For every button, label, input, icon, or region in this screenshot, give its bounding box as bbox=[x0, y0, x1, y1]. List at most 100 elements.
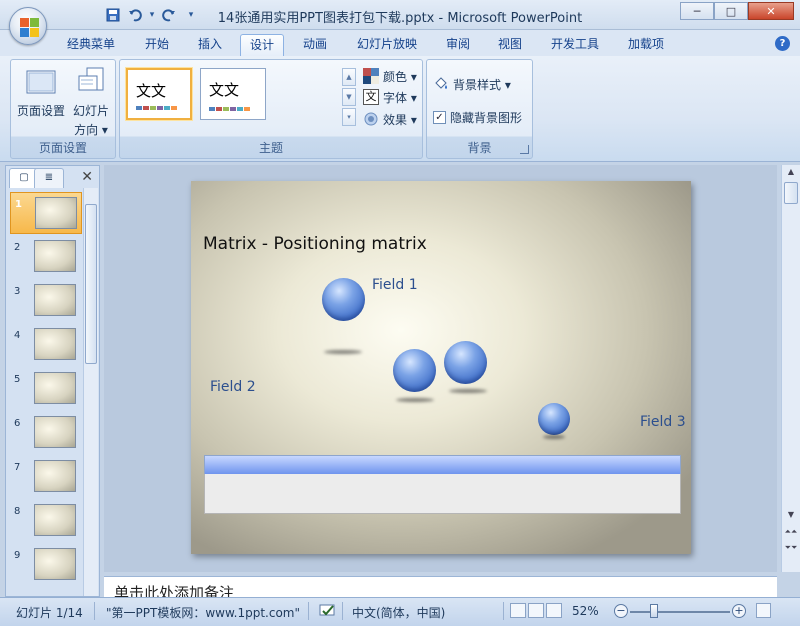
effects-icon bbox=[363, 111, 379, 127]
page-setup-button[interactable]: 页面设置 bbox=[15, 66, 67, 119]
minimize-button[interactable]: ─ bbox=[680, 2, 714, 20]
tab-classic-menu[interactable]: 经典菜单 bbox=[58, 34, 124, 56]
slide-editing-area: Matrix - Positioning matrix Field 1 Fiel… bbox=[104, 165, 777, 572]
slide-preview bbox=[34, 460, 76, 492]
slide-number: 7 bbox=[14, 462, 21, 473]
slide-thumbnail[interactable]: 4 bbox=[10, 324, 82, 366]
tab-design[interactable]: 设计 bbox=[240, 34, 285, 56]
gradient-bar[interactable] bbox=[204, 455, 681, 475]
bubble-4[interactable] bbox=[538, 403, 570, 435]
slide-thumbnail[interactable]: 2 bbox=[10, 236, 82, 278]
status-bar: 幻灯片 1/14 "第一PPT模板网：www.1ppt.com" 中文(简体，中… bbox=[0, 597, 800, 626]
dialog-launcher-icon[interactable] bbox=[520, 145, 529, 154]
group-background: 背景样式 ▾ ✓ 隐藏背景图形 背景 bbox=[426, 59, 533, 159]
slide-number: 6 bbox=[14, 418, 21, 429]
slide-orientation-button[interactable]: 幻灯片 方向 ▾ bbox=[67, 66, 115, 138]
fonts-label: 字体 ▾ bbox=[383, 90, 417, 105]
slide-number: 4 bbox=[14, 330, 21, 341]
slide-thumbnail[interactable]: 5 bbox=[10, 368, 82, 410]
notes-pane[interactable]: 单击此处添加备注 bbox=[104, 576, 777, 598]
language-indicator[interactable]: 中文(简体，中国) bbox=[352, 604, 445, 621]
tab-outline[interactable]: ≣ bbox=[34, 168, 64, 188]
maximize-button[interactable]: □ bbox=[714, 2, 748, 20]
group-page-setup: 页面设置 幻灯片 方向 ▾ 页面设置 bbox=[10, 59, 116, 159]
tab-view[interactable]: 视图 bbox=[489, 34, 531, 56]
slide-orientation-icon bbox=[75, 66, 107, 98]
gallery-down-icon[interactable]: ▼ bbox=[342, 88, 356, 106]
scroll-up-icon[interactable]: ▲ bbox=[782, 167, 800, 176]
tab-insert[interactable]: 插入 bbox=[189, 34, 231, 56]
theme-name[interactable]: "第一PPT模板网：www.1ppt.com" bbox=[106, 604, 300, 621]
spell-check-icon[interactable] bbox=[318, 602, 338, 621]
slide-thumbnail[interactable]: 8 bbox=[10, 500, 82, 542]
slide-thumbnail[interactable]: 3 bbox=[10, 280, 82, 322]
theme-alt-thumbnail[interactable]: 文文 bbox=[200, 68, 266, 120]
fonts-icon: 文 bbox=[363, 89, 379, 105]
previous-slide-icon[interactable]: ⏶⏶ bbox=[782, 527, 800, 537]
tab-slideshow[interactable]: 幻灯片放映 bbox=[348, 34, 426, 56]
tab-review[interactable]: 审阅 bbox=[437, 34, 479, 56]
zoom-level[interactable]: 52% bbox=[572, 604, 599, 618]
colors-icon bbox=[363, 68, 379, 84]
scrollbar-thumb[interactable] bbox=[85, 204, 97, 364]
tab-home[interactable]: 开始 bbox=[136, 34, 178, 56]
current-slide[interactable]: Matrix - Positioning matrix Field 1 Fiel… bbox=[191, 181, 691, 554]
gray-box[interactable] bbox=[204, 474, 681, 514]
field1-label[interactable]: Field 1 bbox=[372, 277, 418, 293]
close-panel-icon[interactable]: ✕ bbox=[81, 169, 93, 185]
slide-number: 5 bbox=[14, 374, 21, 385]
gallery-up-icon[interactable]: ▲ bbox=[342, 68, 356, 86]
zoom-slider-track[interactable] bbox=[630, 611, 730, 613]
bubble-2[interactable] bbox=[393, 349, 436, 392]
close-button[interactable]: ✕ bbox=[748, 2, 794, 20]
fit-to-window-icon[interactable] bbox=[756, 603, 771, 618]
zoom-slider-knob[interactable] bbox=[650, 604, 658, 618]
slide-vertical-scrollbar[interactable]: ▲ ▼ ⏶⏶ ⏷⏷ bbox=[781, 165, 800, 572]
slide-sorter-view-icon[interactable] bbox=[528, 603, 544, 618]
slide-counter: 幻灯片 1/14 bbox=[16, 606, 83, 620]
bubble-2-shadow bbox=[396, 398, 434, 402]
theme-fonts-button[interactable]: 文 字体 ▾ bbox=[363, 87, 417, 107]
bubble-1[interactable] bbox=[322, 278, 365, 321]
scrollbar-thumb[interactable] bbox=[784, 182, 798, 204]
slide-thumbnail[interactable]: 7 bbox=[10, 456, 82, 498]
slide-preview bbox=[34, 328, 76, 360]
effects-label: 效果 ▾ bbox=[383, 112, 417, 127]
office-logo-icon bbox=[20, 18, 29, 27]
zoom-in-icon[interactable]: + bbox=[732, 604, 746, 618]
zoom-out-icon[interactable]: − bbox=[614, 604, 628, 618]
theme-gallery-scroll: ▲ ▼ ▾ bbox=[342, 68, 356, 126]
theme-office-thumbnail[interactable]: 文文 bbox=[126, 68, 192, 120]
slide-title[interactable]: Matrix - Positioning matrix bbox=[203, 234, 427, 254]
slide-thumbnail[interactable]: 9 bbox=[10, 544, 82, 586]
ribbon: 页面设置 幻灯片 方向 ▾ 页面设置 文文 文文 ▲ ▼ ▾ 颜色 ▾ 文 字体… bbox=[0, 56, 800, 162]
tab-animation[interactable]: 动画 bbox=[294, 34, 336, 56]
slide-preview bbox=[34, 548, 76, 580]
tab-addins[interactable]: 加载项 bbox=[619, 34, 673, 56]
slide-thumbnail[interactable]: 1 bbox=[10, 192, 82, 234]
theme-colors-button[interactable]: 颜色 ▾ bbox=[363, 66, 417, 86]
slide-preview bbox=[34, 240, 76, 272]
ribbon-tabs: 经典菜单 开始 插入 设计 动画 幻灯片放映 审阅 视图 开发工具 加载项 ? bbox=[0, 30, 800, 56]
slide-preview bbox=[34, 416, 76, 448]
slide-number: 1 bbox=[15, 199, 22, 210]
field2-label[interactable]: Field 2 bbox=[210, 379, 256, 395]
office-button[interactable] bbox=[9, 7, 47, 45]
slide-thumbnail[interactable]: 6 bbox=[10, 412, 82, 454]
hide-background-graphics-checkbox[interactable]: ✓ 隐藏背景图形 bbox=[433, 107, 522, 127]
bubble-3[interactable] bbox=[444, 341, 487, 384]
slides-panel-scrollbar[interactable] bbox=[83, 188, 98, 596]
slide-orientation-label-2: 方向 ▾ bbox=[74, 123, 108, 137]
normal-view-icon[interactable] bbox=[510, 603, 526, 618]
field3-label[interactable]: Field 3 bbox=[640, 414, 686, 430]
slide-number: 2 bbox=[14, 242, 21, 253]
theme-effects-button[interactable]: 效果 ▾ bbox=[363, 109, 417, 129]
next-slide-icon[interactable]: ⏷⏷ bbox=[782, 543, 800, 553]
tab-developer[interactable]: 开发工具 bbox=[542, 34, 608, 56]
gallery-more-icon[interactable]: ▾ bbox=[342, 108, 356, 126]
background-styles-button[interactable]: 背景样式 ▾ bbox=[433, 74, 511, 94]
slideshow-view-icon[interactable] bbox=[546, 603, 562, 618]
scroll-down-icon[interactable]: ▼ bbox=[782, 510, 800, 519]
help-icon[interactable]: ? bbox=[775, 36, 790, 51]
paint-bucket-icon bbox=[433, 76, 449, 92]
